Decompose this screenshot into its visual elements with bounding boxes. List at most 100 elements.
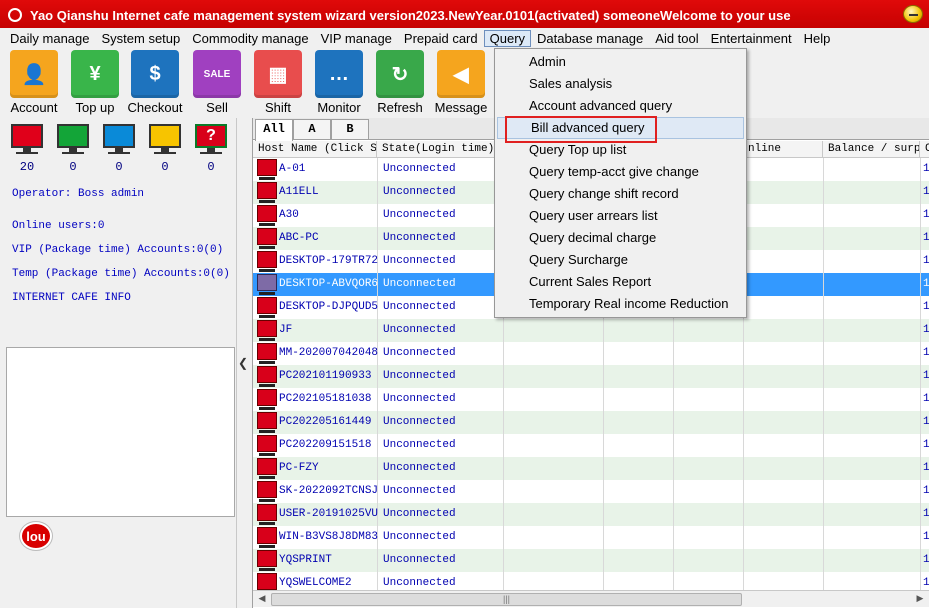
host-state: Unconnected — [383, 324, 456, 336]
tab-all[interactable]: All — [255, 119, 293, 141]
grid-line — [603, 480, 604, 503]
minimize-button[interactable] — [903, 5, 923, 23]
host-name: DESKTOP-179TR72 — [279, 255, 379, 267]
window-title: Yao Qianshu Internet cafe management sys… — [30, 7, 791, 23]
monitor-button[interactable]: … Monitor — [311, 50, 367, 115]
tab-a[interactable]: A — [293, 119, 331, 139]
monitor-red-icon[interactable]: 20 — [10, 124, 44, 174]
col-host-name[interactable]: Host Name (Click So — [253, 141, 377, 158]
computer-icon — [257, 527, 277, 544]
table-row[interactable]: PC202105181038 Unconnected 1 — [253, 388, 929, 411]
menu-item-current-sales-report[interactable]: Current Sales Report — [495, 271, 746, 293]
top-up-button[interactable]: ¥ Top up — [67, 50, 123, 115]
menu-daily-manage[interactable]: Daily manage — [4, 30, 96, 47]
grid-line — [673, 526, 674, 549]
host-state: Unconnected — [383, 554, 456, 566]
tab-b[interactable]: B — [331, 119, 369, 139]
menu-item-admin[interactable]: Admin — [495, 51, 746, 73]
shift-icon: ▦ — [254, 50, 302, 98]
monitor-question-icon[interactable]: ? 0 — [194, 124, 228, 174]
account-button[interactable]: 👤 Account — [6, 50, 62, 115]
table-row[interactable]: MM-202007042048 Unconnected 1 — [253, 342, 929, 365]
menu-item-query-decimal-charge[interactable]: Query decimal charge — [495, 227, 746, 249]
grid-line — [377, 572, 378, 590]
computer-icon — [257, 297, 277, 314]
computer-base — [259, 338, 275, 341]
table-row[interactable]: YQSPRINT Unconnected 1 — [253, 549, 929, 572]
host-name: A-01 — [279, 163, 306, 175]
menu-prepaid-card[interactable]: Prepaid card — [398, 30, 484, 47]
scroll-right-icon[interactable]: ▶ — [913, 593, 927, 606]
menu-item-temporary-real-income-reduction[interactable]: Temporary Real income Reduction — [495, 293, 746, 315]
monitor-green-icon[interactable]: 0 — [56, 124, 90, 174]
menu-system-setup[interactable]: System setup — [96, 30, 187, 47]
checkout-button[interactable]: $ Checkout — [127, 50, 183, 115]
grid-line — [603, 503, 604, 526]
menu-item-sales-analysis[interactable]: Sales analysis — [495, 73, 746, 95]
grid-line — [673, 457, 674, 480]
menu-item-query-change-shift-record[interactable]: Query change shift record — [495, 183, 746, 205]
table-row[interactable]: PC-FZY Unconnected 1 — [253, 457, 929, 480]
grid-line — [920, 480, 921, 503]
collapse-panel-icon[interactable]: ❮ — [238, 356, 248, 370]
monitor-icon: … — [315, 50, 363, 98]
lou-logo: lou — [20, 522, 52, 550]
grid-line — [743, 411, 744, 434]
grid-line — [920, 434, 921, 457]
message-button[interactable]: ◀ Message — [433, 50, 489, 115]
menu-commodity-manage[interactable]: Commodity manage — [186, 30, 314, 47]
menu-item-account-advanced-query[interactable]: Account advanced query — [495, 95, 746, 117]
cafe-info-label: INTERNET CAFE INFO — [12, 292, 131, 304]
scroll-left-icon[interactable]: ◀ — [255, 593, 269, 606]
col-state[interactable]: State(Login time) — [377, 141, 503, 158]
menu-entertainment[interactable]: Entertainment — [705, 30, 798, 47]
table-row[interactable]: SK-2022092TCNSJ Unconnected 1 — [253, 480, 929, 503]
table-row[interactable]: WIN-B3VS8J8DM83 Unconnected 1 — [253, 526, 929, 549]
message-icon: ◀ — [437, 50, 485, 98]
table-row[interactable]: JF Unconnected 1 — [253, 319, 929, 342]
col-online[interactable]: nline — [743, 141, 823, 158]
row-edge-value: 1 — [923, 577, 929, 589]
table-row[interactable]: PC202209151518 Unconnected 1 — [253, 434, 929, 457]
table-row[interactable]: YQSWELCOME2 Unconnected 1 — [253, 572, 929, 590]
sell-button[interactable]: SALE Sell — [189, 50, 245, 115]
col-balance[interactable]: Balance / surpl — [823, 141, 920, 158]
grid-line — [823, 480, 824, 503]
grid-line — [920, 227, 921, 250]
menu-database-manage[interactable]: Database manage — [531, 30, 649, 47]
computer-base — [259, 177, 275, 180]
grid-line — [603, 365, 604, 388]
grid-line — [603, 457, 604, 480]
monitor-yellow-icon[interactable]: 0 — [148, 124, 182, 174]
title-bar: Yao Qianshu Internet cafe management sys… — [0, 0, 929, 30]
monitor-count: 0 — [115, 160, 123, 174]
menu-bar: Daily manage System setup Commodity manage… — [0, 28, 929, 48]
refresh-button[interactable]: ↻ Refresh — [372, 50, 428, 115]
grid-line — [920, 411, 921, 434]
grid-line — [603, 342, 604, 365]
grid-line — [503, 434, 504, 457]
horizontal-scrollbar[interactable]: ◀ ||| ▶ — [253, 590, 929, 607]
col-extra[interactable]: C — [920, 141, 929, 158]
computer-base — [259, 292, 275, 295]
grid-line — [743, 388, 744, 411]
shift-button[interactable]: ▦ Shift — [250, 50, 306, 115]
host-state: Unconnected — [383, 577, 456, 589]
monitor-blue-icon[interactable]: 0 — [102, 124, 136, 174]
menu-aid-tool[interactable]: Aid tool — [649, 30, 704, 47]
menu-vip-manage[interactable]: VIP manage — [315, 30, 398, 47]
toolbar-label: Message — [434, 100, 488, 115]
menu-item-query-user-arrears-list[interactable]: Query user arrears list — [495, 205, 746, 227]
menu-help[interactable]: Help — [798, 30, 837, 47]
table-row[interactable]: PC202205161449 Unconnected 1 — [253, 411, 929, 434]
menu-query[interactable]: Query — [483, 29, 532, 47]
grid-line — [823, 250, 824, 273]
table-row[interactable]: USER-20191025VU Unconnected 1 — [253, 503, 929, 526]
computer-icon — [257, 182, 277, 199]
menu-item-query-surcharge[interactable]: Query Surcharge — [495, 249, 746, 271]
host-name: SK-2022092TCNSJ — [279, 485, 379, 497]
monitor-count: 0 — [69, 160, 77, 174]
scroll-thumb[interactable]: ||| — [271, 593, 742, 606]
menu-item-query-temp-acct-give-change[interactable]: Query temp-acct give change — [495, 161, 746, 183]
table-row[interactable]: PC202101190933 Unconnected 1 — [253, 365, 929, 388]
